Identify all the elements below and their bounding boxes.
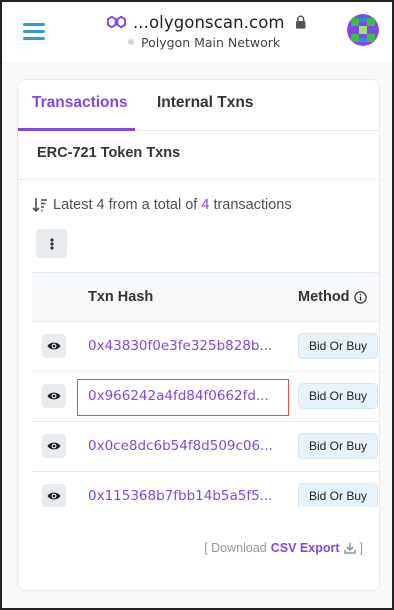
column-header-method: Method: [298, 289, 367, 305]
method-badge: Bid Or Buy: [298, 333, 378, 359]
avatar[interactable]: [347, 14, 379, 46]
column-header-method-label: Method: [298, 289, 350, 305]
subtab-row: ERC-721 Token Txns: [18, 131, 379, 180]
transactions-table: Txn Hash Method 0x43830f0e3fe325b828b...: [32, 272, 379, 507]
table-row: 0x43830f0e3fe325b828b... Bid Or Buy: [32, 322, 379, 372]
top-bar: ...olygonscan.com Polygon Main Network: [2, 2, 392, 62]
txn-hash-link[interactable]: 0x115368b7fbb14b5a5f5...: [88, 488, 273, 504]
tab-transactions[interactable]: Transactions: [32, 94, 128, 112]
eye-icon: [47, 342, 61, 350]
eye-icon: [47, 492, 61, 500]
summary-suffix: transactions: [213, 197, 292, 213]
view-details-button[interactable]: [42, 484, 66, 507]
network-status-dot: [128, 39, 134, 45]
info-icon[interactable]: [353, 290, 367, 304]
tab-internal-txns[interactable]: Internal Txns: [157, 94, 253, 112]
menu-icon[interactable]: [23, 23, 45, 40]
url-text: ...olygonscan.com: [132, 12, 285, 32]
table-row: 0x115368b7fbb14b5a5f5... Bid Or Buy: [32, 472, 379, 507]
eye-icon: [47, 442, 61, 450]
tab-bar: Transactions Internal Txns: [18, 80, 379, 131]
download-icon[interactable]: [343, 542, 356, 554]
lock-icon: [295, 15, 306, 29]
txn-hash-link[interactable]: 0x0ce8dc6b54f8d509c06...: [88, 438, 273, 454]
csv-export-link[interactable]: CSV Export: [271, 541, 340, 555]
polygon-logo-icon: [106, 15, 126, 29]
table-row: 0x966242a4fd84f0662fd... Bid Or Buy: [32, 372, 379, 422]
column-header-txn-hash: Txn Hash: [88, 289, 154, 305]
tab-erc721-token-txns[interactable]: ERC-721 Token Txns: [37, 145, 180, 161]
summary-total-count: 4: [201, 197, 210, 213]
summary-prefix: Latest: [53, 197, 93, 213]
method-badge: Bid Or Buy: [298, 383, 378, 409]
download-prefix: [ Download: [204, 541, 267, 555]
summary-shown-count: 4: [96, 197, 105, 213]
avatar-icon: [347, 14, 379, 46]
network-name: Polygon Main Network: [141, 34, 281, 50]
download-suffix: ]: [359, 541, 363, 555]
table-header: Txn Hash Method: [32, 272, 379, 322]
more-vertical-icon: [49, 237, 54, 250]
address-bar[interactable]: ...olygonscan.com Polygon Main Network: [106, 11, 306, 51]
method-badge: Bid Or Buy: [298, 483, 378, 507]
more-options-button[interactable]: [36, 229, 67, 258]
method-badge: Bid Or Buy: [298, 433, 378, 459]
txn-hash-link[interactable]: 0x966242a4fd84f0662fd...: [88, 388, 269, 404]
sort-icon: [32, 198, 47, 213]
txn-hash-link[interactable]: 0x43830f0e3fe325b828b...: [88, 338, 272, 354]
download-csv-row: [ Download CSV Export ]: [204, 541, 363, 555]
eye-icon: [47, 392, 61, 400]
table-row: 0x0ce8dc6b54f8d509c06... Bid Or Buy: [32, 422, 379, 472]
view-details-button[interactable]: [42, 384, 66, 408]
view-details-button[interactable]: [42, 434, 66, 458]
view-details-button[interactable]: [42, 334, 66, 358]
summary-middle: from a total of: [108, 197, 198, 213]
transactions-summary: Latest 4 from a total of 4 transactions: [32, 197, 292, 213]
transactions-card: Transactions Internal Txns ERC-721 Token…: [17, 79, 380, 591]
